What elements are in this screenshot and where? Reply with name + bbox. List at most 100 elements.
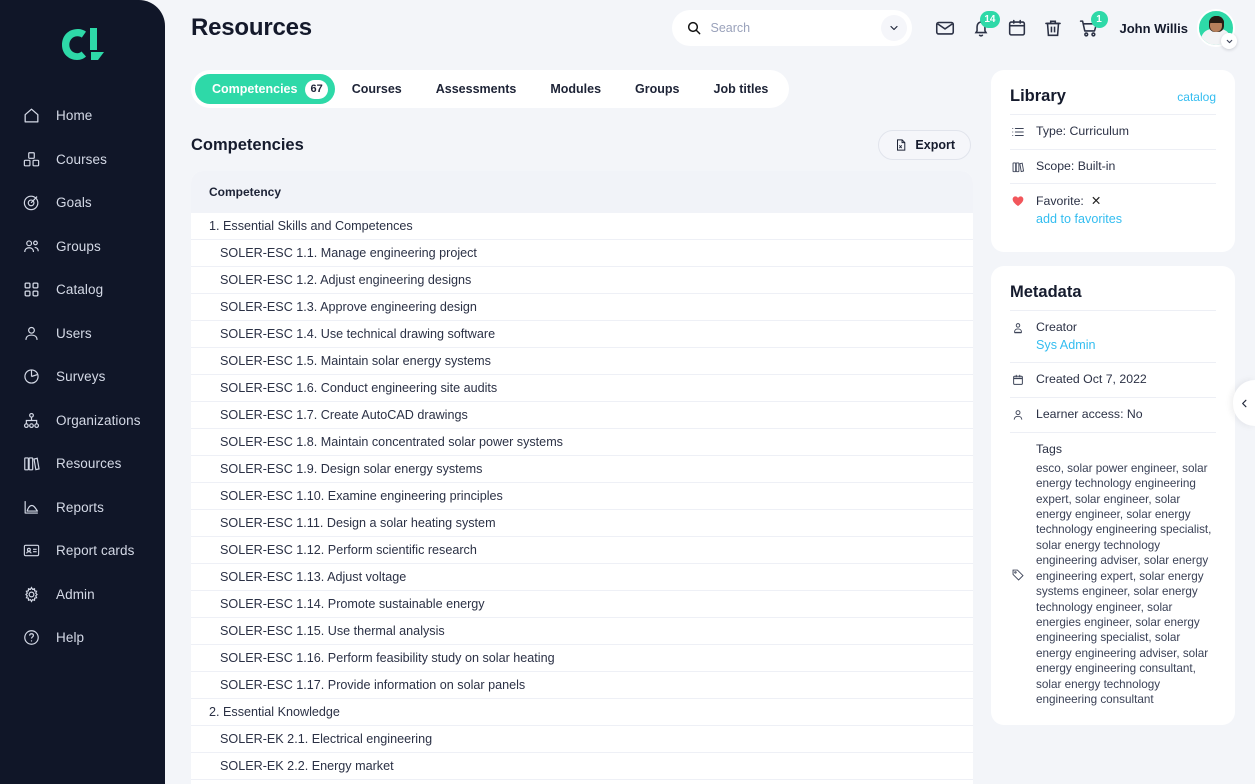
sidebar-item-label: Resources (56, 456, 122, 472)
table-row[interactable]: SOLER-ESC 1.1. Manage engineering projec… (191, 240, 973, 267)
bell-icon[interactable]: 14 (970, 11, 1000, 39)
avatar[interactable] (1197, 9, 1237, 49)
table-row[interactable]: SOLER-ESC 1.4. Use technical drawing sof… (191, 321, 973, 348)
table-row[interactable]: SOLER-ESC 1.6. Conduct engineering site … (191, 375, 973, 402)
details-column: Library catalog Type: Curriculum Scope: … (991, 56, 1235, 784)
sidebar-item-catalog[interactable]: Catalog (0, 268, 165, 312)
table-row[interactable]: SOLER-ESC 1.5. Maintain solar energy sys… (191, 348, 973, 375)
sidebar-item-surveys[interactable]: Surveys (0, 355, 165, 399)
goals-icon (22, 193, 41, 212)
tab-label: Modules (550, 82, 602, 96)
metadata-panel-header: Metadata (1010, 283, 1216, 302)
row-label: SOLER-ESC 1.10. Examine engineering prin… (220, 489, 503, 503)
report-cards-icon (22, 541, 41, 560)
sidebar-item-courses[interactable]: Courses (0, 138, 165, 182)
column-header-competency: Competency (209, 185, 282, 199)
tab-groups[interactable]: Groups (618, 74, 696, 104)
creator-value[interactable]: Sys Admin (1036, 337, 1216, 353)
sidebar-item-label: Users (56, 325, 92, 341)
competency-table: Competency 1. Essential Skills and Compe… (191, 171, 973, 784)
sidebar-item-reports[interactable]: Reports (0, 486, 165, 530)
primary-column: Competencies 67 Courses Assessments Modu… (191, 56, 973, 784)
table-row[interactable]: SOLER-ESC 1.17. Provide information on s… (191, 672, 973, 699)
table-row[interactable]: SOLER-ESC 1.12. Perform scientific resea… (191, 537, 973, 564)
tab-label: Courses (351, 82, 402, 96)
user-name[interactable]: John Willis (1120, 21, 1189, 36)
row-label: SOLER-ESC 1.17. Provide information on s… (220, 678, 526, 692)
tab-assessments[interactable]: Assessments (419, 74, 534, 104)
table-row[interactable]: 2. Essential Knowledge (191, 699, 973, 726)
tab-bar: Competencies 67 Courses Assessments Modu… (191, 70, 790, 108)
table-row[interactable]: 1. Essential Skills and Competences (191, 213, 973, 240)
chevron-down-icon (1226, 39, 1232, 43)
export-button[interactable]: Export (878, 130, 971, 160)
table-row[interactable]: SOLER-ESC 1.3. Approve engineering desig… (191, 294, 973, 321)
table-row[interactable]: SOLER-ESC 1.10. Examine engineering prin… (191, 483, 973, 510)
favorite-label: Favorite: (1036, 193, 1084, 208)
row-label: SOLER-ESC 1.13. Adjust voltage (220, 570, 407, 584)
table-row[interactable]: SOLER-ESC 1.8. Maintain concentrated sol… (191, 429, 973, 456)
row-label: SOLER-ESC 1.2. Adjust engineering design… (220, 273, 472, 287)
tab-label: Groups (635, 82, 680, 96)
sidebar-item-help[interactable]: Help (0, 616, 165, 660)
section-header: Competencies Export (191, 130, 973, 160)
metadata-created-row: Created Oct 7, 2022 (1010, 362, 1216, 397)
person-icon (1010, 407, 1025, 422)
table-row[interactable]: SOLER-EK 2.2. Energy market (191, 753, 973, 780)
sidebar-item-home[interactable]: Home (0, 94, 165, 138)
tags-value: esco, solar power engineer, solar energy… (1036, 461, 1212, 707)
sidebar-item-resources[interactable]: Resources (0, 442, 165, 486)
sidebar-item-goals[interactable]: Goals (0, 181, 165, 225)
topbar: Resources 14 (165, 0, 1255, 56)
sidebar-item-report-cards[interactable]: Report cards (0, 529, 165, 573)
sidebar-item-label: Report cards (56, 543, 135, 559)
catalog-link[interactable]: catalog (1177, 90, 1216, 104)
sidebar-bottom: Admin Help (0, 573, 165, 674)
table-row[interactable]: SOLER-ESC 1.9. Design solar energy syste… (191, 456, 973, 483)
calendar-icon[interactable] (1006, 17, 1028, 39)
export-file-icon (897, 139, 906, 151)
sidebar: Home Courses Goals Groups Catalog Users (0, 0, 165, 784)
cart-badge: 1 (1090, 11, 1108, 28)
table-row[interactable]: SOLER-ESC 1.7. Create AutoCAD drawings (191, 402, 973, 429)
search-bar[interactable] (671, 10, 912, 46)
row-label: SOLER-ESC 1.1. Manage engineering projec… (220, 246, 477, 260)
table-row[interactable]: SOLER-ESC 1.11. Design a solar heating s… (191, 510, 973, 537)
table-row[interactable]: SOLER-ESC 1.2. Adjust engineering design… (191, 267, 973, 294)
cl-logo-icon (61, 28, 104, 60)
cart-icon[interactable]: 1 (1078, 11, 1108, 39)
creator-icon (1010, 320, 1025, 335)
library-scope: Scope: Built-in (1036, 158, 1116, 173)
table-row[interactable]: SOLER-ESC 1.16. Perform feasibility stud… (191, 645, 973, 672)
table-row[interactable]: SOLER-ESC 1.15. Use thermal analysis (191, 618, 973, 645)
search-input[interactable] (710, 21, 872, 35)
tab-job-titles[interactable]: Job titles (697, 74, 786, 104)
sidebar-item-users[interactable]: Users (0, 312, 165, 356)
search-dropdown-toggle[interactable] (880, 15, 907, 41)
organizations-icon (22, 411, 41, 430)
row-label: SOLER-ESC 1.7. Create AutoCAD drawings (220, 408, 468, 422)
sidebar-item-label: Groups (56, 238, 101, 254)
row-label: SOLER-ESC 1.9. Design solar energy syste… (220, 462, 483, 476)
chevron-left-icon (1241, 399, 1246, 407)
trash-icon[interactable] (1042, 17, 1064, 39)
tab-competencies[interactable]: Competencies 67 (195, 74, 335, 104)
favorite-value: ✕ (1090, 194, 1102, 209)
metadata-tags: Tags esco, solar power engineer, solar e… (1036, 442, 1216, 708)
row-label: SOLER-EK 2.1. Electrical engineering (220, 732, 433, 746)
logo[interactable] (0, 0, 165, 88)
table-row[interactable]: SOLER-ESC 1.14. Promote sustainable ener… (191, 591, 973, 618)
tab-courses[interactable]: Courses (335, 74, 419, 104)
sidebar-item-admin[interactable]: Admin (0, 573, 165, 617)
tab-modules[interactable]: Modules (533, 74, 618, 104)
table-row[interactable]: SOLER-EK 2.1. Electrical engineering (191, 726, 973, 753)
mail-icon[interactable] (934, 17, 956, 39)
add-to-favorites-link[interactable]: add to favorites (1036, 211, 1216, 227)
section-title: Competencies (191, 135, 304, 154)
row-label: 1. Essential Skills and Competences (209, 219, 413, 233)
table-row[interactable]: SOLER-ESC 1.13. Adjust voltage (191, 564, 973, 591)
page-title: Resources (191, 14, 312, 41)
sidebar-item-groups[interactable]: Groups (0, 225, 165, 269)
sidebar-item-organizations[interactable]: Organizations (0, 399, 165, 443)
avatar-dropdown-toggle[interactable] (1221, 33, 1237, 49)
